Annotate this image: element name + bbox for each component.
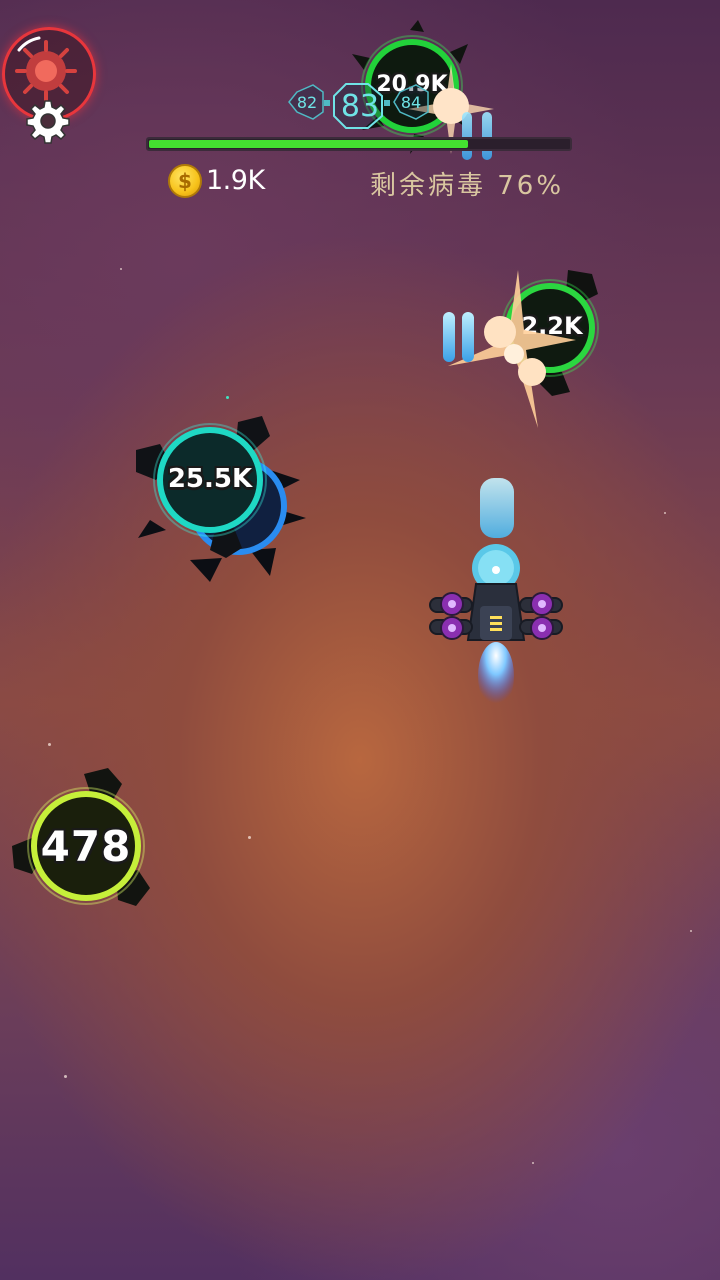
bullet <box>443 312 455 362</box>
star <box>48 743 51 746</box>
bullet <box>462 112 472 160</box>
star <box>64 1075 67 1078</box>
settings-button[interactable] <box>24 97 72 145</box>
virus-lime: 478 <box>8 764 168 914</box>
coin-icon: $ <box>168 164 202 198</box>
spaceship-icon[interactable] <box>420 540 576 710</box>
coin-count: 1.9K <box>206 165 265 196</box>
virus-cyan: 25.5K <box>130 410 310 590</box>
gear-icon <box>26 100 70 144</box>
virus-body <box>136 416 306 582</box>
virus-hp-label: 25.5K <box>167 464 253 494</box>
star <box>690 930 692 932</box>
virus-hp-label: 478 <box>40 822 132 871</box>
bullet <box>480 478 514 538</box>
star <box>664 512 666 514</box>
bullet <box>482 112 492 160</box>
level-prev: 82 <box>296 92 318 112</box>
level-indicator: 82 83 84 <box>288 82 438 130</box>
star <box>226 396 229 399</box>
level-progress-fill <box>149 140 469 148</box>
star <box>120 268 122 270</box>
bullet <box>462 312 474 362</box>
level-next: 84 <box>400 92 422 112</box>
level-progress-bar <box>146 137 572 151</box>
star <box>532 1162 534 1164</box>
star <box>248 836 251 839</box>
level-current: 83 <box>340 88 380 124</box>
virus-remaining-text: 剩余病毒 76% <box>370 171 565 201</box>
